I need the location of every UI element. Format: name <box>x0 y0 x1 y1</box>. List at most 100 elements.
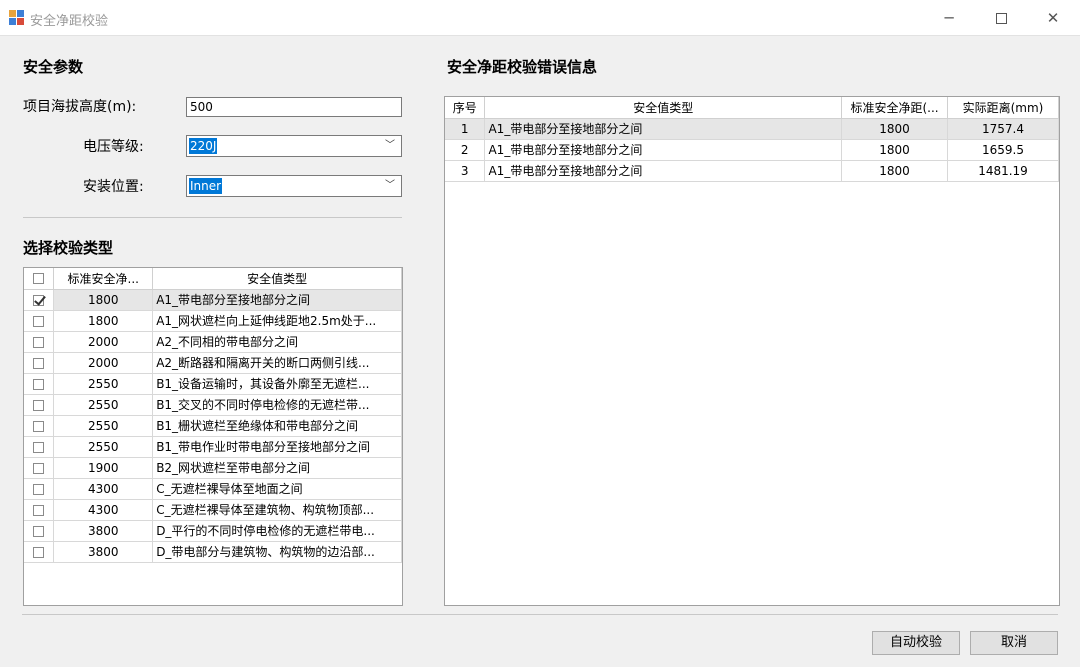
checkbox-icon <box>33 483 45 495</box>
table-row[interactable]: 2000 A2_断路器和隔离开关的断口两侧引线... <box>24 352 402 374</box>
safety-type-cell: B1_带电作业时带电部分至接地部分之间 <box>152 436 402 458</box>
table-row[interactable]: 3800 D_平行的不同时停电检修的无遮栏带电... <box>24 520 402 542</box>
app-icon <box>9 10 24 25</box>
column-header[interactable]: 序号 <box>445 97 486 119</box>
safety-type-cell: B1_交叉的不同时停电检修的无遮栏带... <box>152 394 402 416</box>
row-checkbox[interactable] <box>24 331 55 353</box>
altitude-label: 项目海拔高度(m): <box>23 99 137 115</box>
standard-value-cell: 2550 <box>53 373 154 395</box>
column-header[interactable]: 实际距离(mm) <box>947 97 1059 119</box>
select-all-checkbox[interactable] <box>24 268 55 290</box>
minimize-icon: ─ <box>944 9 954 27</box>
safety-type-cell: B1_设备运输时，其设备外廓至无遮栏... <box>152 373 402 395</box>
cancel-button[interactable]: 取消 <box>970 631 1058 655</box>
standard-value-cell: 1800 <box>53 289 154 311</box>
checkbox-icon <box>33 336 45 348</box>
standard-value-cell: 2000 <box>53 352 154 374</box>
standard-distance-cell: 1800 <box>841 139 949 161</box>
safety-type-cell: A1_带电部分至接地部分之间 <box>484 139 843 161</box>
safety-type-cell: A1_带电部分至接地部分之间 <box>484 160 843 182</box>
close-icon: ✕ <box>1046 9 1060 27</box>
location-selected-value: Inner <box>189 178 223 194</box>
standard-value-cell: 2550 <box>53 415 154 437</box>
checkbox-icon <box>33 462 45 474</box>
row-checkbox[interactable] <box>24 478 55 500</box>
standard-value-cell: 3800 <box>53 541 154 563</box>
table-row[interactable]: 4300 C_无遮栏裸导体至建筑物、构筑物顶部... <box>24 499 402 521</box>
actual-distance-cell: 1659.5 <box>947 139 1059 161</box>
maximize-button[interactable] <box>978 0 1024 36</box>
checkbox-icon <box>33 378 45 390</box>
table-row[interactable]: 1900 B2_网状遮栏至带电部分之间 <box>24 457 402 479</box>
checkbox-icon <box>33 357 45 369</box>
table-row[interactable]: 4300 C_无遮栏裸导体至地面之间 <box>24 478 402 500</box>
checkbox-icon <box>33 546 45 558</box>
safety-params-title: 安全参数 <box>23 58 84 76</box>
checkbox-icon <box>33 525 45 537</box>
row-checkbox[interactable] <box>24 373 55 395</box>
standard-value-cell: 2550 <box>53 436 154 458</box>
maximize-icon <box>995 13 1007 24</box>
row-checkbox[interactable] <box>24 415 55 437</box>
close-button[interactable]: ✕ <box>1030 0 1076 36</box>
row-checkbox[interactable] <box>24 352 55 374</box>
table-row[interactable]: 2550 B1_设备运输时，其设备外廓至无遮栏... <box>24 373 402 395</box>
safety-type-cell: A2_断路器和隔离开关的断口两侧引线... <box>152 352 402 374</box>
table-row[interactable]: 1 A1_带电部分至接地部分之间 1800 1757.4 <box>445 118 1059 140</box>
table-row[interactable]: 2550 B1_栅状遮栏至绝缘体和带电部分之间 <box>24 415 402 437</box>
row-checkbox[interactable] <box>24 499 55 521</box>
checkbox-icon <box>33 294 45 306</box>
chevron-down-icon: ﹀ <box>385 140 395 151</box>
standard-value-cell: 4300 <box>53 499 154 521</box>
standard-value-cell: 3800 <box>53 520 154 542</box>
row-checkbox[interactable] <box>24 289 55 311</box>
table-row[interactable]: 3 A1_带电部分至接地部分之间 1800 1481.19 <box>445 160 1059 182</box>
voltage-selected-value: 220J <box>189 138 218 154</box>
check-types-grid: 标准安全净... 安全值类型 1800 A1_带电部分至接地部分之间 1800 A1_… <box>23 267 403 606</box>
altitude-input[interactable]: 500 <box>186 97 402 117</box>
safety-type-cell: C_无遮栏裸导体至建筑物、构筑物顶部... <box>152 499 402 521</box>
table-row[interactable]: 1800 A1_网状遮栏向上延伸线距地2.5m处于... <box>24 310 402 332</box>
table-row[interactable]: 1800 A1_带电部分至接地部分之间 <box>24 289 402 311</box>
location-label: 安装位置: <box>83 179 144 195</box>
safety-type-cell: D_带电部分与建筑物、构筑物的边沿部... <box>152 541 402 563</box>
standard-value-cell: 1800 <box>53 310 154 332</box>
column-header[interactable]: 标准安全净... <box>53 268 154 290</box>
safety-type-cell: B2_网状遮栏至带电部分之间 <box>152 457 402 479</box>
check-types-title: 选择校验类型 <box>23 239 114 257</box>
table-row[interactable]: 2 A1_带电部分至接地部分之间 1800 1659.5 <box>445 139 1059 161</box>
safety-type-cell: A2_不同相的带电部分之间 <box>152 331 402 353</box>
safety-type-cell: C_无遮栏裸导体至地面之间 <box>152 478 402 500</box>
voltage-select[interactable]: 220J ﹀ <box>186 135 402 157</box>
voltage-label: 电压等级: <box>83 139 144 155</box>
standard-value-cell: 1900 <box>53 457 154 479</box>
checkbox-icon <box>33 399 45 411</box>
checkbox-icon <box>33 420 45 432</box>
checkbox-icon <box>33 504 45 516</box>
row-checkbox[interactable] <box>24 394 55 416</box>
column-header[interactable]: 标准安全净距(... <box>841 97 949 119</box>
location-select[interactable]: Inner ﹀ <box>186 175 402 197</box>
row-checkbox[interactable] <box>24 457 55 479</box>
row-checkbox[interactable] <box>24 541 55 563</box>
table-row[interactable]: 2000 A2_不同相的带电部分之间 <box>24 331 402 353</box>
standard-value-cell: 2550 <box>53 394 154 416</box>
checkbox-icon <box>33 441 45 453</box>
table-row[interactable]: 2550 B1_带电作业时带电部分至接地部分之间 <box>24 436 402 458</box>
table-row[interactable]: 2550 B1_交叉的不同时停电检修的无遮栏带... <box>24 394 402 416</box>
table-row[interactable]: 3800 D_带电部分与建筑物、构筑物的边沿部... <box>24 541 402 563</box>
index-cell: 3 <box>445 160 486 182</box>
safety-type-cell: A1_带电部分至接地部分之间 <box>152 289 402 311</box>
row-checkbox[interactable] <box>24 436 55 458</box>
column-header[interactable]: 安全值类型 <box>152 268 402 290</box>
errors-title: 安全净距校验错误信息 <box>447 58 598 76</box>
row-checkbox[interactable] <box>24 310 55 332</box>
row-checkbox[interactable] <box>24 520 55 542</box>
column-header[interactable]: 安全值类型 <box>484 97 843 119</box>
minimize-button[interactable]: ─ <box>926 0 972 36</box>
actual-distance-cell: 1481.19 <box>947 160 1059 182</box>
auto-check-button[interactable]: 自动校验 <box>872 631 960 655</box>
window-title: 安全净距校验 <box>30 14 109 29</box>
standard-value-cell: 4300 <box>53 478 154 500</box>
standard-value-cell: 2000 <box>53 331 154 353</box>
